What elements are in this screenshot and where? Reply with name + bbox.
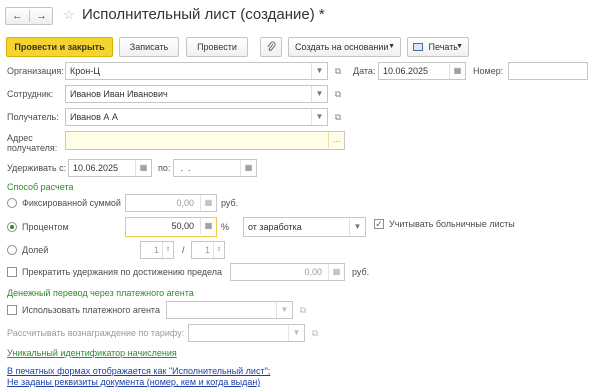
employee-label: Сотрудник:	[7, 89, 54, 99]
withhold-from-field[interactable]: 10.06.2025 ▦	[68, 159, 152, 177]
print-label: Печать	[428, 42, 458, 52]
use-agent-checkbox[interactable]	[7, 305, 17, 315]
fixed-sum-field[interactable]: 0,00 ▦	[125, 194, 217, 212]
withhold-to-label: по:	[158, 163, 171, 173]
percent-unit: %	[221, 222, 230, 232]
organization-value: Крон-Ц	[70, 66, 100, 76]
calc-section-title: Способ расчета	[7, 182, 74, 192]
fixed-sum-label: Фиксированной суммой	[22, 198, 121, 208]
save-button[interactable]: Записать	[119, 37, 179, 57]
open-icon[interactable]: ⧉	[296, 301, 310, 319]
stop-limit-value: 0,00	[304, 267, 322, 277]
share-label: Долей	[22, 245, 49, 255]
organization-label: Организация:	[7, 66, 64, 76]
open-icon[interactable]: ⧉	[331, 108, 345, 126]
percent-field[interactable]: 50,00 ▦	[125, 217, 217, 237]
post-button[interactable]: Провести	[186, 37, 248, 57]
window-title: Исполнительный лист (создание) *	[82, 6, 325, 23]
use-agent-field[interactable]: ▼	[166, 301, 293, 319]
calculator-icon[interactable]: ▦	[200, 195, 216, 211]
fixed-sum-radio[interactable]	[7, 198, 17, 208]
stop-limit-field[interactable]: 0,00 ▦	[230, 263, 345, 281]
employee-value: Иванов Иван Иванович	[70, 89, 168, 99]
agent-section-title: Денежный перевод через платежного агента	[7, 288, 194, 298]
withhold-to-field[interactable]: . . ▦	[173, 159, 257, 177]
favorite-star-icon[interactable]: ☆	[63, 7, 75, 23]
fee-field[interactable]: ▼	[188, 324, 305, 342]
dropdown-icon[interactable]: ▼	[311, 109, 327, 125]
sick-leave-label: Учитывать больничные листы	[389, 219, 515, 229]
spin-icon[interactable]: ⇕	[162, 242, 173, 258]
recipient-label: Получатель:	[7, 112, 59, 122]
spin-icon[interactable]: ⇕	[213, 242, 224, 258]
create-based-on-label: Создать на основании	[295, 42, 389, 52]
doc-details-link[interactable]: Не заданы реквизиты документа (номер, ке…	[7, 377, 260, 387]
printer-icon	[413, 43, 423, 51]
withhold-from-label: Удерживать с:	[7, 163, 67, 173]
back-arrow-icon[interactable]: ←	[6, 8, 29, 24]
recipient-value: Иванов А А	[70, 112, 118, 122]
date-label: Дата:	[353, 66, 376, 76]
post-and-close-button[interactable]: Провести и закрыть	[6, 37, 113, 57]
recipient-field[interactable]: Иванов А А ▼	[65, 108, 328, 126]
create-based-on-button[interactable]: Создать на основании ▼	[288, 37, 401, 57]
use-agent-label: Использовать платежного агента	[22, 305, 160, 315]
calendar-icon[interactable]: ▦	[449, 63, 465, 79]
date-field[interactable]: 10.06.2025 ▦	[378, 62, 466, 80]
percent-base-value: от заработка	[248, 222, 302, 232]
unique-id-link[interactable]: Уникальный идентификатор начисления	[7, 348, 177, 358]
withhold-to-value: . .	[178, 163, 194, 173]
open-icon[interactable]: ⧉	[308, 324, 322, 342]
nav-back-forward: ← →	[5, 7, 53, 25]
stop-limit-unit: руб.	[352, 267, 370, 277]
calculator-icon[interactable]: ▦	[200, 218, 216, 234]
paperclip-icon	[267, 41, 276, 51]
print-forms-link[interactable]: В печатных формах отображается как "Испо…	[7, 366, 270, 376]
fee-label: Рассчитывать вознаграждение по тарифу:	[7, 328, 185, 338]
share-denominator-value: 1	[204, 245, 210, 255]
ellipsis-icon[interactable]: …	[328, 132, 344, 148]
dropdown-icon[interactable]: ▼	[311, 86, 327, 102]
dropdown-icon[interactable]: ▼	[349, 218, 365, 236]
stop-limit-checkbox[interactable]	[7, 267, 17, 277]
date-value: 10.06.2025	[383, 66, 429, 76]
open-icon[interactable]: ⧉	[331, 62, 345, 80]
address-field[interactable]: …	[65, 131, 345, 150]
number-field[interactable]	[508, 62, 588, 80]
organization-field[interactable]: Крон-Ц ▼	[65, 62, 328, 80]
percent-base-select[interactable]: от заработка ▼	[243, 217, 366, 237]
share-numerator-field[interactable]: 1 ⇕	[140, 241, 174, 259]
calculator-icon[interactable]: ▦	[328, 264, 344, 280]
share-radio[interactable]	[7, 245, 17, 255]
chevron-down-icon: ▼	[388, 43, 395, 50]
share-denominator-field[interactable]: 1 ⇕	[191, 241, 225, 259]
share-numerator-value: 1	[153, 245, 159, 255]
dropdown-icon[interactable]: ▼	[276, 302, 292, 318]
withhold-from-value: 10.06.2025	[73, 163, 119, 173]
share-separator: /	[182, 245, 185, 255]
percent-value: 50,00	[171, 221, 194, 231]
calendar-icon[interactable]: ▦	[240, 160, 256, 176]
number-label: Номер:	[473, 66, 504, 76]
attach-button[interactable]	[260, 37, 282, 57]
address-label-line2: получателя:	[7, 143, 58, 153]
sick-leave-checkbox[interactable]: ✓	[374, 219, 384, 229]
fixed-sum-value: 0,00	[176, 198, 194, 208]
forward-arrow-icon[interactable]: →	[30, 8, 53, 24]
employee-field[interactable]: Иванов Иван Иванович ▼	[65, 85, 328, 103]
percent-radio[interactable]	[7, 222, 17, 232]
open-icon[interactable]: ⧉	[331, 85, 345, 103]
calendar-icon[interactable]: ▦	[135, 160, 151, 176]
stop-limit-label: Прекратить удержания по достижению преде…	[22, 267, 223, 277]
dropdown-icon[interactable]: ▼	[288, 325, 304, 341]
fixed-sum-unit: руб.	[221, 198, 239, 208]
print-button[interactable]: Печать ▼	[407, 37, 469, 57]
dropdown-icon[interactable]: ▼	[311, 63, 327, 79]
chevron-down-icon: ▼	[456, 43, 463, 50]
percent-label: Процентом	[22, 222, 69, 232]
